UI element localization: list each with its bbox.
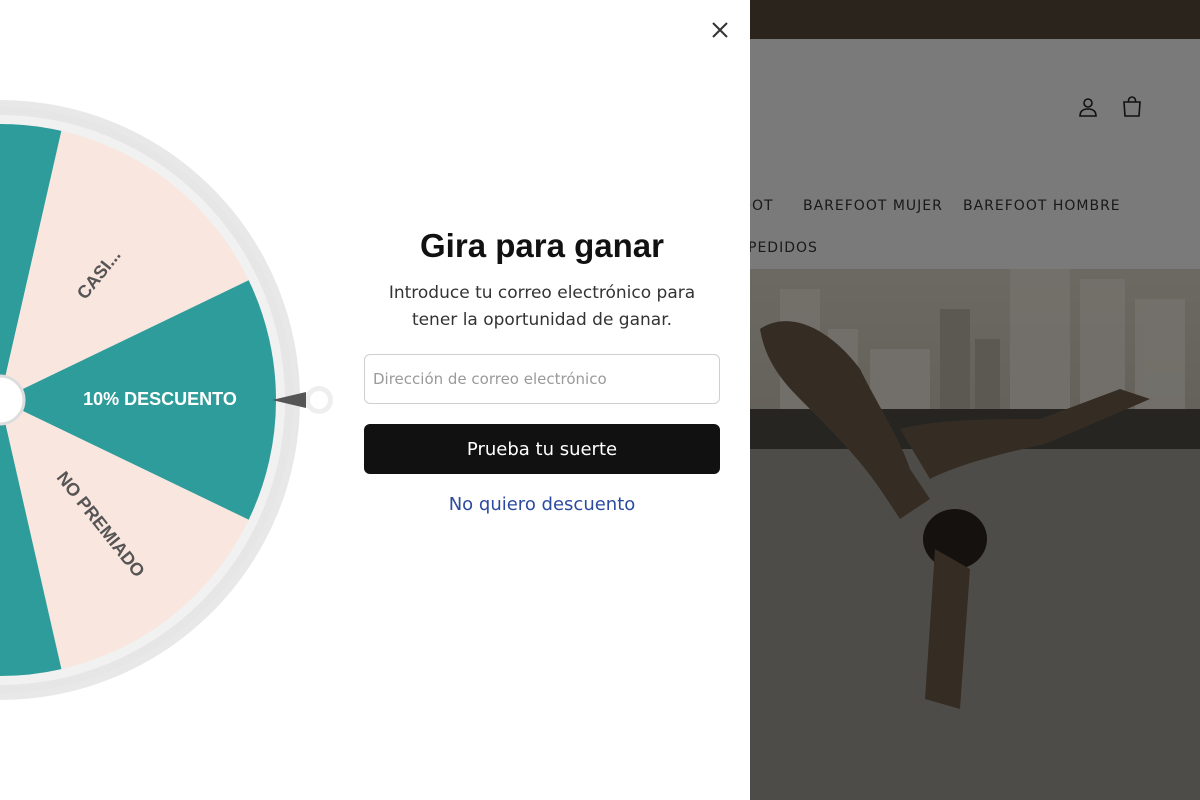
close-button[interactable]	[704, 14, 736, 46]
no-discount-link[interactable]: No quiero descuento	[449, 494, 636, 515]
popup-subtitle: Introduce tu correo electrónico para ten…	[388, 283, 696, 330]
close-icon	[712, 22, 728, 38]
try-your-luck-button[interactable]: Prueba tu suerte	[364, 424, 720, 474]
email-field[interactable]	[364, 354, 720, 404]
popup-form: Gira para ganar Introduce tu correo elec…	[364, 224, 720, 515]
wheel-segment-label: 10% DESCUENTO	[83, 389, 237, 409]
spin-to-win-popup: ENVIO GRATISCASI...10% DESCUENTONO PREMI…	[0, 0, 750, 800]
popup-title: Gira para ganar	[420, 227, 664, 264]
prize-wheel[interactable]: ENVIO GRATISCASI...10% DESCUENTONO PREMI…	[0, 90, 350, 710]
